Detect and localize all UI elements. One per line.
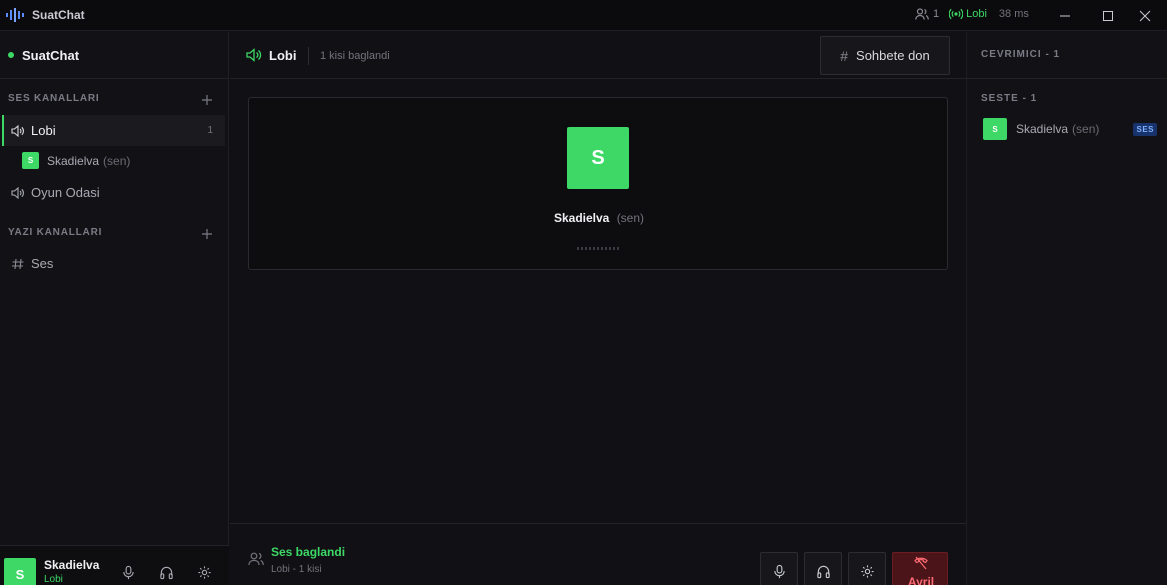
leave-label: Ayril [907,575,935,585]
microphone-icon [122,565,134,579]
member-list-panel: CEVRIMICI - 1 SESTE - 1 S Skadielva (sen… [966,32,1167,585]
member-name: Skadielva [1016,122,1069,136]
participant-card[interactable]: S Skadielva (sen) [248,97,948,270]
voice-channel-lobi[interactable]: Lobi 1 [2,115,225,146]
member-name: Skadielva [47,153,100,168]
connection-status: Ses baglandi [271,545,346,559]
minimize-icon [1060,15,1070,16]
participant-name-row: Skadielva (sen) [249,211,949,225]
text-channel-ses[interactable]: Ses [3,248,225,279]
toggle-mic-button[interactable] [760,552,798,585]
voice-status-bar: Ses baglandi Lobi - 1 kisi Ayril [230,523,966,585]
server-header[interactable]: SuatChat [0,32,228,79]
audio-level-meter [577,247,621,251]
users-icon [248,552,264,566]
avatar: S [22,152,39,169]
add-text-channel-icon[interactable] [200,227,214,241]
app-logo-icon [6,8,24,22]
online-status-dot [8,52,14,58]
close-icon [1139,10,1151,21]
user-panel: S Skadielva Lobi [0,545,229,585]
headphones-icon [159,566,173,579]
text-channel-name: Ses [31,256,54,271]
gear-icon [197,565,211,579]
hash-icon: # [840,47,849,64]
channel-sidebar: SuatChat SES KANALLARI Lobi 1 S Skadielv… [0,32,229,585]
user-name: Skadielva [44,558,100,572]
avatar: S [983,118,1007,140]
participant-name: Skadielva [553,211,610,225]
app-title: SuatChat [32,8,85,22]
speaker-icon [11,186,24,199]
close-button[interactable] [1123,0,1167,31]
voice-main: Lobi 1 kisi baglandi # Sohbete don S Ska… [230,32,966,585]
text-channels-heading: YAZI KANALLARI [8,227,103,238]
deafen-button[interactable] [156,562,176,582]
titlebar-voice-channel[interactable]: Lobi [966,8,987,20]
header-divider [308,47,309,65]
online-count: 1 [933,8,940,20]
channel-subtitle: 1 kisi baglandi [320,50,390,62]
hash-icon [12,258,24,269]
member-list-item[interactable]: S Skadielva (sen) SES [983,118,1159,140]
user-avatar[interactable]: S [4,558,36,585]
voice-channel-oyun-odasi[interactable]: Oyun Odasi [3,177,225,208]
channel-title: Lobi [269,48,297,63]
titlebar-status: 1 Lobi 38 ms [915,8,1029,20]
participant-avatar: S [567,127,629,189]
users-icon [915,8,929,20]
in-voice-heading: SESTE - 1 [981,93,1038,104]
you-tag: (sen) [1072,122,1100,136]
you-tag: (sen) [616,211,645,225]
online-members-heading: CEVRIMICI - 1 [967,32,1167,79]
microphone-icon [773,564,785,578]
minimize-button[interactable] [1043,0,1087,31]
channel-header: Lobi 1 kisi baglandi # Sohbete don [230,32,966,79]
voice-channel-count: 1 [207,125,213,136]
hang-up-icon [914,556,928,570]
user-settings-button[interactable] [194,562,214,582]
mute-button[interactable] [118,562,138,582]
maximize-icon [1103,10,1113,21]
ping-readout: 38 ms [998,8,1029,20]
you-tag: (sen) [103,153,131,168]
leave-voice-button[interactable]: Ayril [892,552,948,585]
voice-channel-name: Lobi [31,123,56,138]
server-name: SuatChat [22,47,80,63]
toggle-headphones-button[interactable] [804,552,842,585]
broadcast-icon [949,8,964,20]
speaker-icon [11,124,24,137]
voice-settings-button[interactable] [848,552,886,585]
in-voice-badge: SES [1133,123,1157,136]
headphones-icon [816,565,830,578]
back-to-chat-label: Sohbete don [856,48,930,63]
speaker-icon [246,48,262,62]
gear-icon [860,564,874,578]
back-to-chat-button[interactable]: # Sohbete don [820,36,950,75]
voice-channel-member[interactable]: S Skadielva (sen) [22,152,130,169]
voice-channels-heading: SES KANALLARI [8,93,100,104]
title-bar: SuatChat 1 Lobi 38 ms [0,0,1167,31]
connection-detail: Lobi - 1 kisi [271,564,322,575]
user-status: Lobi [44,574,63,585]
voice-channel-name: Oyun Odasi [31,185,100,200]
add-voice-channel-icon[interactable] [200,93,214,107]
